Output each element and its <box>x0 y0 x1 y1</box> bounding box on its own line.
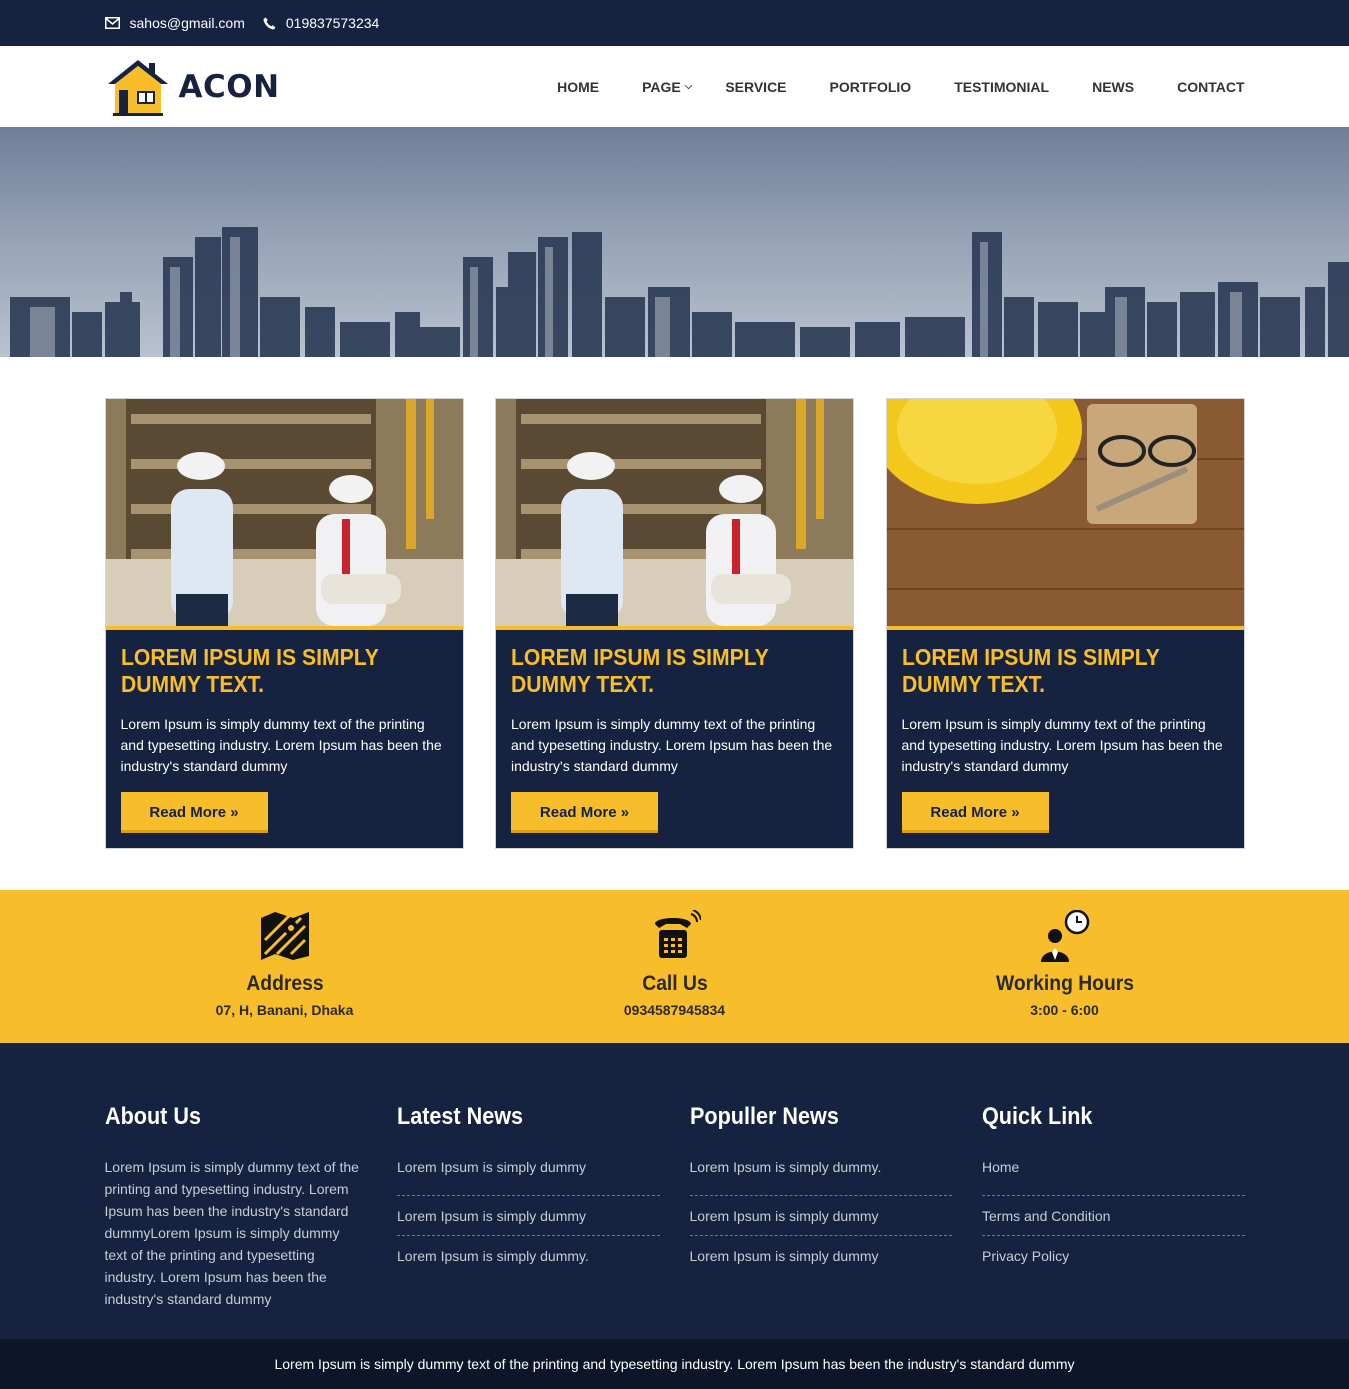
nav-portfolio[interactable]: PORTFOLIO <box>830 79 912 95</box>
envelope-icon <box>104 17 120 29</box>
nav-service[interactable]: SERVICE <box>725 79 786 95</box>
footer-link[interactable]: Lorem Ipsum is simply dummy. <box>397 1236 660 1276</box>
card-text: Lorem Ipsum is simply dummy text of the … <box>120 716 442 774</box>
header: ACON HOME PAGE ⌵ SERVICE PORTFOLIO TESTIM… <box>0 46 1349 127</box>
footer-quick-links: Quick Link Home Terms and Condition Priv… <box>982 1103 1245 1310</box>
footer-link[interactable]: Lorem Ipsum is simply dummy <box>689 1196 952 1236</box>
nav-testimonial[interactable]: TESTIMONIAL <box>954 79 1049 95</box>
feature-card: LOREM IPSUM IS SIMPLY DUMMY TEXT. Lorem … <box>495 398 854 849</box>
card-text: Lorem Ipsum is simply dummy text of the … <box>901 716 1223 774</box>
footer-about-text: Lorem Ipsum is simply dummy text of the … <box>104 1159 359 1307</box>
main-nav: HOME PAGE ⌵ SERVICE PORTFOLIO TESTIMONIAL… <box>514 79 1244 95</box>
info-value: 0934587945834 <box>623 1002 726 1018</box>
card-image-handshake <box>105 399 463 626</box>
nav-page-label: PAGE <box>642 78 681 95</box>
card-image-handshake <box>496 399 853 626</box>
card-title: LOREM IPSUM IS SIMPLY DUMMY TEXT. <box>901 644 1159 697</box>
house-logo-icon <box>107 59 168 116</box>
brand-name: ACON <box>178 68 280 105</box>
info-hours: Working Hours 3:00 - 6:00 <box>870 890 1260 1018</box>
read-more-button[interactable]: Read More » <box>120 792 268 833</box>
contact-info-bar: Address 07, H, Banani, Dhaka Call Us 093… <box>0 890 1349 1043</box>
info-title: Working Hours <box>995 972 1134 995</box>
info-value: 3:00 - 6:00 <box>1030 1002 1099 1018</box>
nav-news[interactable]: NEWS <box>1092 79 1134 95</box>
topbar-phone[interactable]: 019837573234 <box>263 15 379 31</box>
info-title: Address <box>245 972 324 995</box>
footer-latest-news: Latest News Lorem Ipsum is simply dummy … <box>397 1103 660 1310</box>
footer-popular-news: Populler News Lorem Ipsum is simply dumm… <box>689 1103 953 1310</box>
nav-page[interactable]: PAGE ⌵ <box>642 79 692 95</box>
card-text: Lorem Ipsum is simply dummy text of the … <box>511 716 833 774</box>
city-skyline-image <box>10 227 1349 357</box>
info-call: Call Us 0934587945834 <box>480 890 870 1018</box>
footer-about: About Us Lorem Ipsum is simply dummy tex… <box>105 1103 368 1310</box>
card-title: LOREM IPSUM IS SIMPLY DUMMY TEXT. <box>120 644 378 697</box>
read-more-button[interactable]: Read More » <box>511 792 658 833</box>
topbar-phone-text: 019837573234 <box>285 15 380 31</box>
read-more-button[interactable]: Read More » <box>901 792 1049 833</box>
footer-link-privacy[interactable]: Privacy Policy <box>982 1236 1245 1276</box>
nav-contact[interactable]: CONTACT <box>1177 79 1244 95</box>
footer: About Us Lorem Ipsum is simply dummy tex… <box>0 1043 1349 1339</box>
topbar-email-text: sahos@gmail.com <box>129 15 245 31</box>
footer-link[interactable]: Lorem Ipsum is simply dummy <box>397 1156 660 1196</box>
info-value: 07, H, Banani, Dhaka <box>215 1002 354 1018</box>
top-bar: sahos@gmail.com 019837573234 <box>0 0 1349 46</box>
footer-link[interactable]: Lorem Ipsum is simply dummy <box>397 1196 660 1236</box>
info-address: Address 07, H, Banani, Dhaka <box>90 890 480 1018</box>
copyright-bar: Lorem Ipsum is simply dummy text of the … <box>0 1339 1349 1389</box>
phone-icon <box>263 17 276 29</box>
footer-heading: Populler News <box>689 1103 839 1130</box>
info-title: Call Us <box>641 972 708 995</box>
chevron-down-icon: ⌵ <box>684 81 693 92</box>
footer-heading: About Us <box>104 1103 201 1130</box>
footer-link[interactable]: Lorem Ipsum is simply dummy <box>690 1236 953 1276</box>
card-title: LOREM IPSUM IS SIMPLY DUMMY TEXT. <box>511 644 769 697</box>
footer-heading: Quick Link <box>982 1103 1093 1130</box>
map-icon <box>260 912 309 960</box>
feature-card: LOREM IPSUM IS SIMPLY DUMMY TEXT. Lorem … <box>104 398 464 849</box>
feature-cards: LOREM IPSUM IS SIMPLY DUMMY TEXT. Lorem … <box>104 398 1245 849</box>
topbar-email[interactable]: sahos@gmail.com <box>104 15 245 31</box>
hero-banner <box>0 127 1349 357</box>
nav-home[interactable]: HOME <box>557 79 599 95</box>
logo[interactable]: ACON <box>105 57 280 117</box>
footer-heading: Latest News <box>397 1103 524 1130</box>
footer-link[interactable]: Lorem Ipsum is simply dummy. <box>689 1156 952 1196</box>
footer-link-terms[interactable]: Terms and Condition <box>982 1196 1245 1236</box>
person-clock-icon <box>1040 910 1089 962</box>
copyright-text: Lorem Ipsum is simply dummy text of the … <box>274 1356 1075 1372</box>
feature-card: LOREM IPSUM IS SIMPLY DUMMY TEXT. Lorem … <box>885 398 1245 849</box>
footer-link-home[interactable]: Home <box>982 1156 1245 1196</box>
telephone-icon <box>654 910 701 958</box>
card-image-helmet <box>886 399 1244 626</box>
